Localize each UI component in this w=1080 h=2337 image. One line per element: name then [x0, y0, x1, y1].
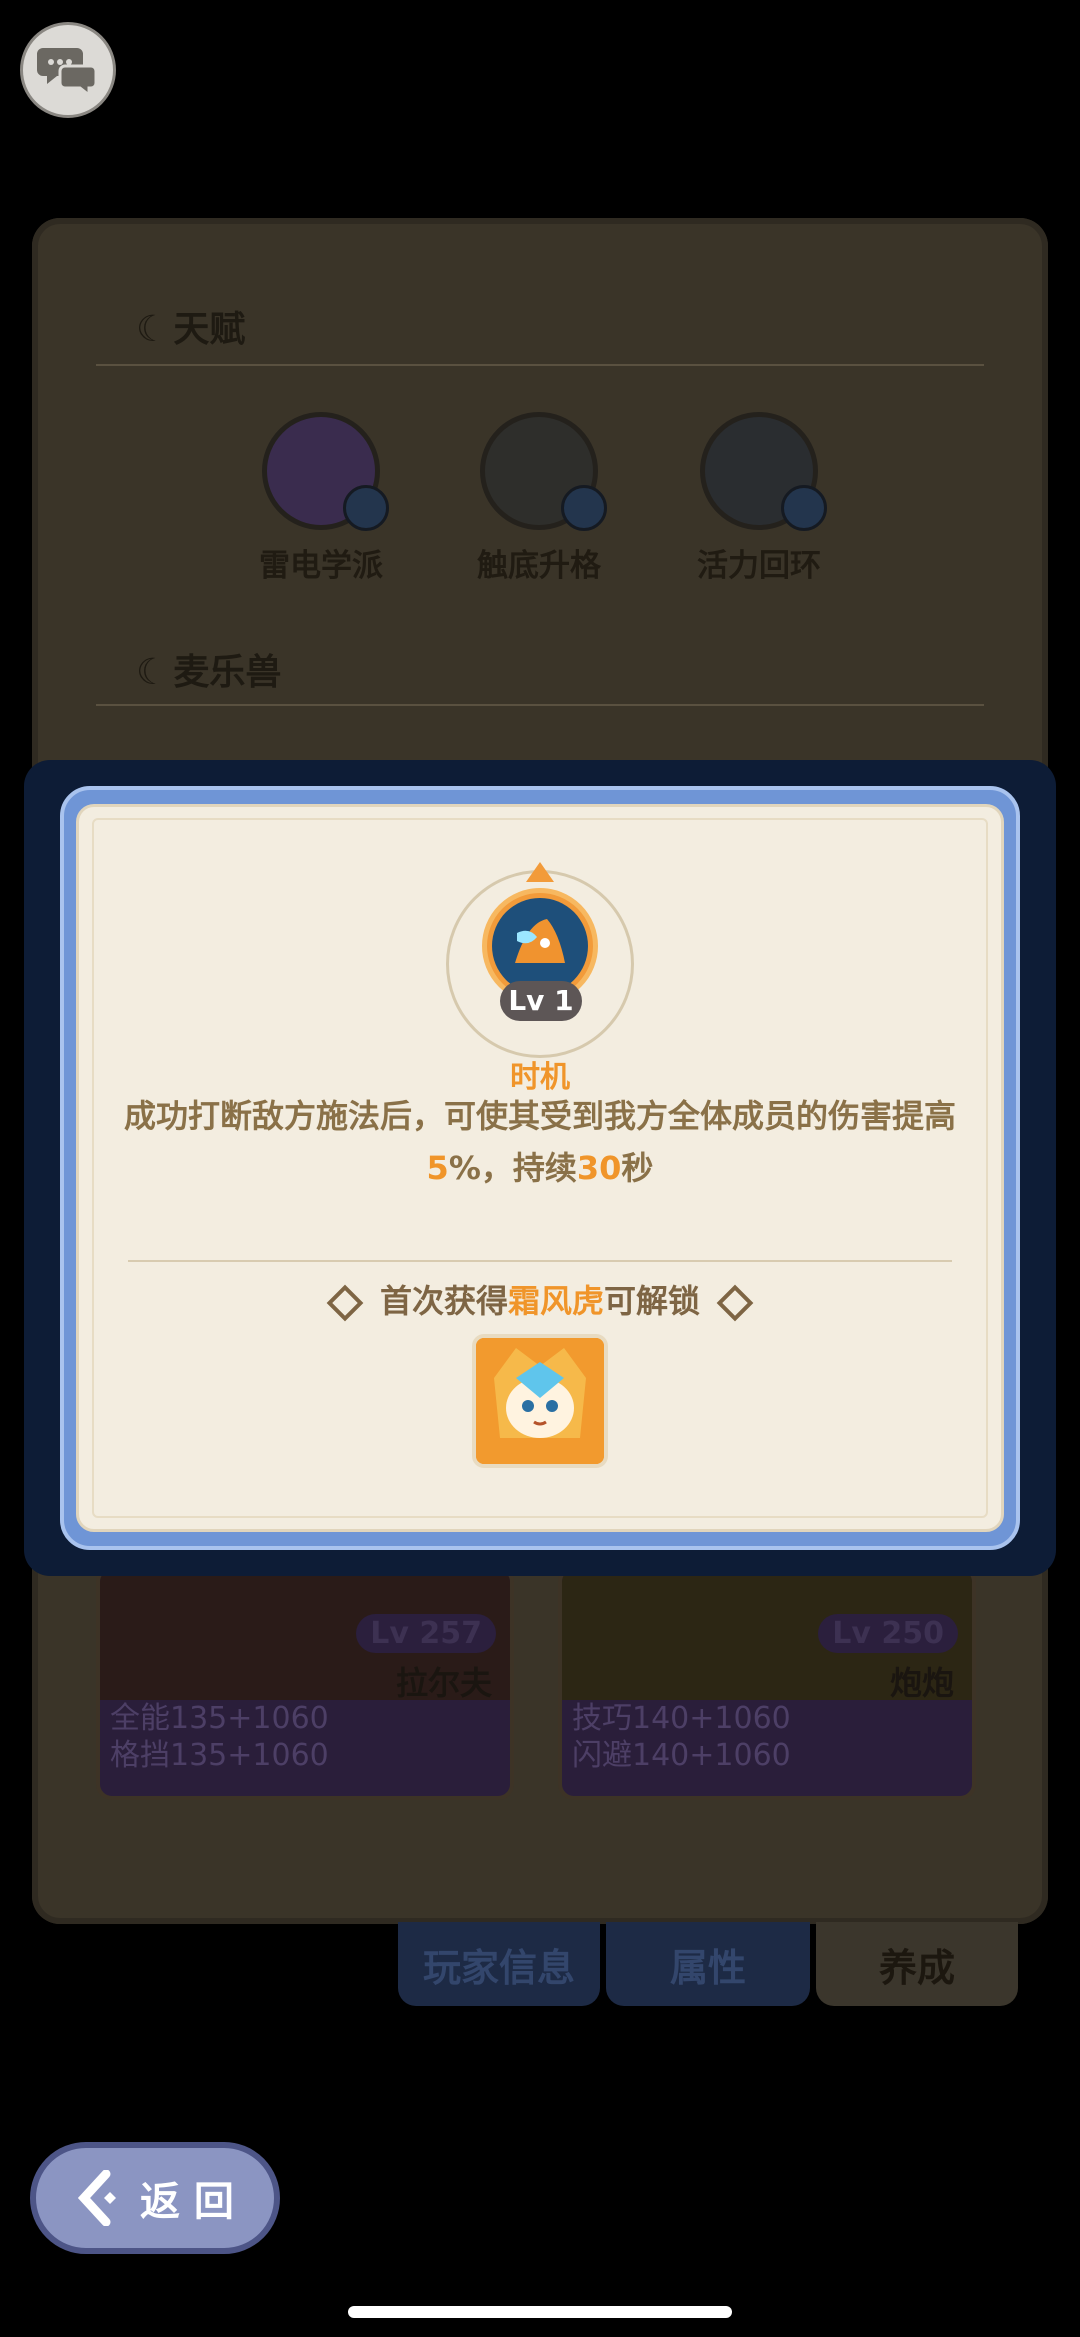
- search-icon: [561, 485, 607, 531]
- frost-tiger-portrait[interactable]: [472, 1334, 608, 1468]
- pets-section-title: ☾ 麦乐兽: [136, 652, 282, 693]
- thunder-talent-icon: [262, 412, 389, 531]
- home-indicator: [348, 2306, 732, 2318]
- moon-icon: ☾: [136, 309, 169, 350]
- tab-player-info[interactable]: 玩家信息: [398, 1922, 600, 2006]
- divider: [128, 1260, 952, 1262]
- tab-cultivation[interactable]: 养成: [816, 1922, 1018, 2006]
- moon-icon: ☾: [136, 652, 169, 693]
- chat-button[interactable]: [20, 22, 116, 118]
- skill-description: 成功打断敌方施法后，可使其受到我方全体成员的伤害提高5%，持续30秒: [123, 1097, 956, 1187]
- flower-talent-icon: [480, 412, 607, 531]
- pet-portrait: Lv 257 拉尔夫: [100, 1570, 510, 1702]
- talent-section-title: ☾ 天赋: [136, 309, 246, 350]
- star-talent-icon: [700, 412, 827, 531]
- diamond-icon: [716, 1284, 754, 1322]
- back-button[interactable]: 返 回: [30, 2142, 280, 2254]
- pet-card-paopao[interactable]: Lv 250 炮炮 技巧140+1060 闪避140+1060: [558, 1566, 976, 1800]
- back-arrow-icon: [77, 2170, 116, 2226]
- search-icon: [343, 485, 389, 531]
- talent-bottom-ascend[interactable]: 触底升格: [474, 412, 607, 585]
- search-icon: [781, 485, 827, 531]
- unlock-condition: 首次获得霜风虎可解锁: [0, 1276, 1080, 1322]
- divider: [96, 704, 984, 706]
- diamond-icon: [326, 1284, 364, 1322]
- tab-attributes[interactable]: 属性: [606, 1922, 810, 2006]
- pet-portrait: Lv 250 炮炮: [562, 1570, 972, 1702]
- talent-thunder-school[interactable]: 雷电学派: [256, 412, 389, 585]
- divider: [96, 364, 984, 366]
- chat-icon: [37, 48, 98, 96]
- pet-card-ralph[interactable]: Lv 257 拉尔夫 全能135+1060 格挡135+1060: [96, 1566, 514, 1800]
- skill-level-badge: Lv 1: [500, 981, 582, 1021]
- talent-vitality-loop[interactable]: 活力回环: [694, 412, 827, 585]
